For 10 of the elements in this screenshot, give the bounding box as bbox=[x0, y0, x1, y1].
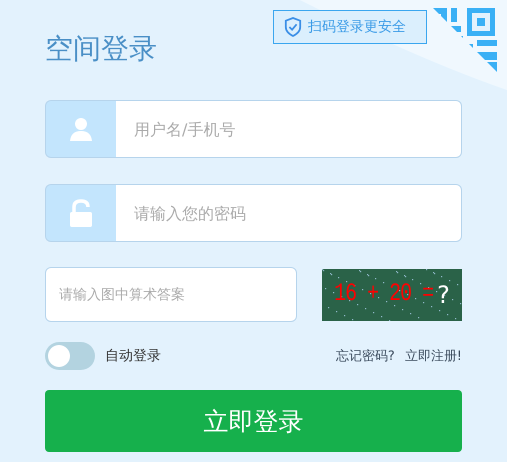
qr-tooltip: 扫码登录更安全 bbox=[273, 10, 427, 44]
page-title: 空间登录 bbox=[45, 31, 157, 67]
toggle-switch[interactable] bbox=[45, 342, 95, 370]
auto-login-label: 自动登录 bbox=[105, 347, 161, 365]
shield-check-icon bbox=[284, 17, 302, 37]
captcha-image[interactable]: 16 + 20 = ? bbox=[322, 268, 462, 320]
qr-code-icon[interactable] bbox=[433, 8, 497, 72]
forgot-password-link[interactable]: 忘记密码? bbox=[336, 347, 395, 365]
register-link[interactable]: 立即注册! bbox=[404, 347, 462, 365]
captcha-field[interactable]: 请输入图中算术答案 bbox=[45, 267, 297, 322]
